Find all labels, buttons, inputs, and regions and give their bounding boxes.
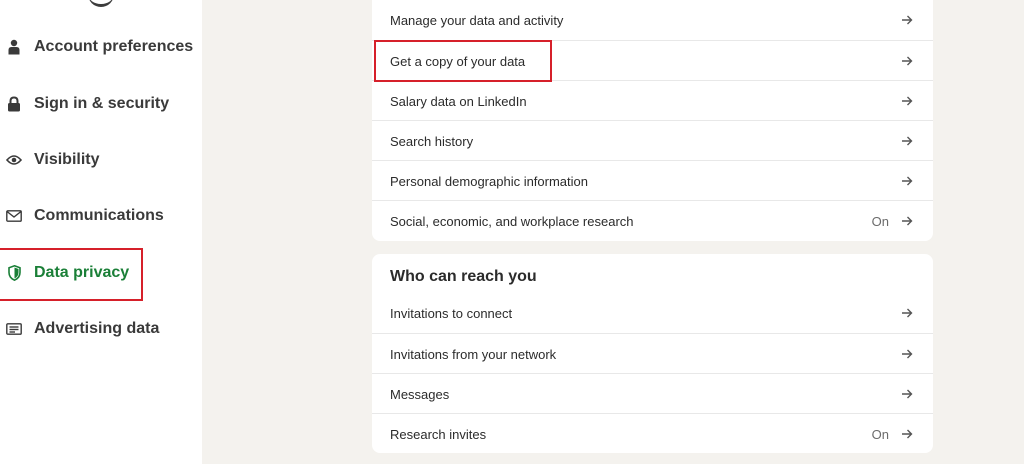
arrow-right-icon xyxy=(901,95,913,107)
sidebar-item-label: Account preferences xyxy=(34,38,194,55)
envelope-icon xyxy=(6,208,22,224)
row-invitations-to-connect[interactable]: Invitations to connect xyxy=(372,293,933,333)
row-label: Messages xyxy=(390,386,450,402)
sidebar-item-label: Visibility xyxy=(34,151,100,168)
sidebar-item-advertising-data[interactable]: Advertising data xyxy=(0,309,200,349)
status-text: On xyxy=(871,426,889,442)
row-label: Invitations to connect xyxy=(390,305,513,321)
row-label: Manage your data and activity xyxy=(390,12,564,28)
who-can-reach-you-card: Who can reach you Invitations to connect… xyxy=(372,254,933,453)
row-demographic-info[interactable]: Personal demographic information xyxy=(372,161,933,201)
data-privacy-highlight xyxy=(0,248,143,301)
lock-icon xyxy=(6,96,22,112)
sidebar-item-sign-in-security[interactable]: Sign in & security xyxy=(0,84,200,124)
person-icon xyxy=(6,39,22,55)
sidebar-item-account-preferences[interactable]: Account preferences xyxy=(0,27,200,67)
row-search-history[interactable]: Search history xyxy=(372,121,933,161)
arrow-right-icon xyxy=(901,135,913,147)
arrow-right-icon xyxy=(901,55,913,67)
sidebar-item-communications[interactable]: Communications xyxy=(0,196,200,236)
sidebar-item-label: Sign in & security xyxy=(34,95,170,112)
row-manage-data[interactable]: Manage your data and activity xyxy=(372,0,933,40)
arrow-right-icon xyxy=(901,348,913,360)
arrow-right-icon xyxy=(901,215,913,227)
row-messages[interactable]: Messages xyxy=(372,374,933,414)
sidebar-item-label: Advertising data xyxy=(34,320,160,337)
row-label: Salary data on LinkedIn xyxy=(390,93,527,109)
row-label: Research invites xyxy=(390,426,487,442)
arrow-right-icon xyxy=(901,175,913,187)
arrow-right-icon xyxy=(901,388,913,400)
sidebar-item-visibility[interactable]: Visibility xyxy=(0,140,200,180)
section-title: Who can reach you xyxy=(390,268,537,285)
settings-sidebar: Account preferences Sign in & security V… xyxy=(0,0,202,464)
eye-icon xyxy=(6,152,22,168)
arrow-right-icon xyxy=(901,428,913,440)
arrow-right-icon xyxy=(901,307,913,319)
sidebar-header-partial xyxy=(88,0,114,7)
row-salary-data[interactable]: Salary data on LinkedIn xyxy=(372,81,933,121)
row-label: Search history xyxy=(390,133,474,149)
ad-card-icon xyxy=(6,321,22,337)
row-workplace-research[interactable]: Social, economic, and workplace research… xyxy=(372,201,933,241)
row-label: Personal demographic information xyxy=(390,173,588,189)
row-research-invites[interactable]: Research invites On xyxy=(372,414,933,454)
status-text: On xyxy=(871,213,889,229)
data-privacy-card: Manage your data and activity Get a copy… xyxy=(372,0,933,241)
row-invitations-from-network[interactable]: Invitations from your network xyxy=(372,334,933,374)
get-copy-highlight xyxy=(374,40,552,82)
arrow-right-icon xyxy=(901,14,913,26)
row-label: Social, economic, and workplace research xyxy=(390,213,634,229)
row-label: Invitations from your network xyxy=(390,346,557,362)
sidebar-item-label: Communications xyxy=(34,207,164,224)
